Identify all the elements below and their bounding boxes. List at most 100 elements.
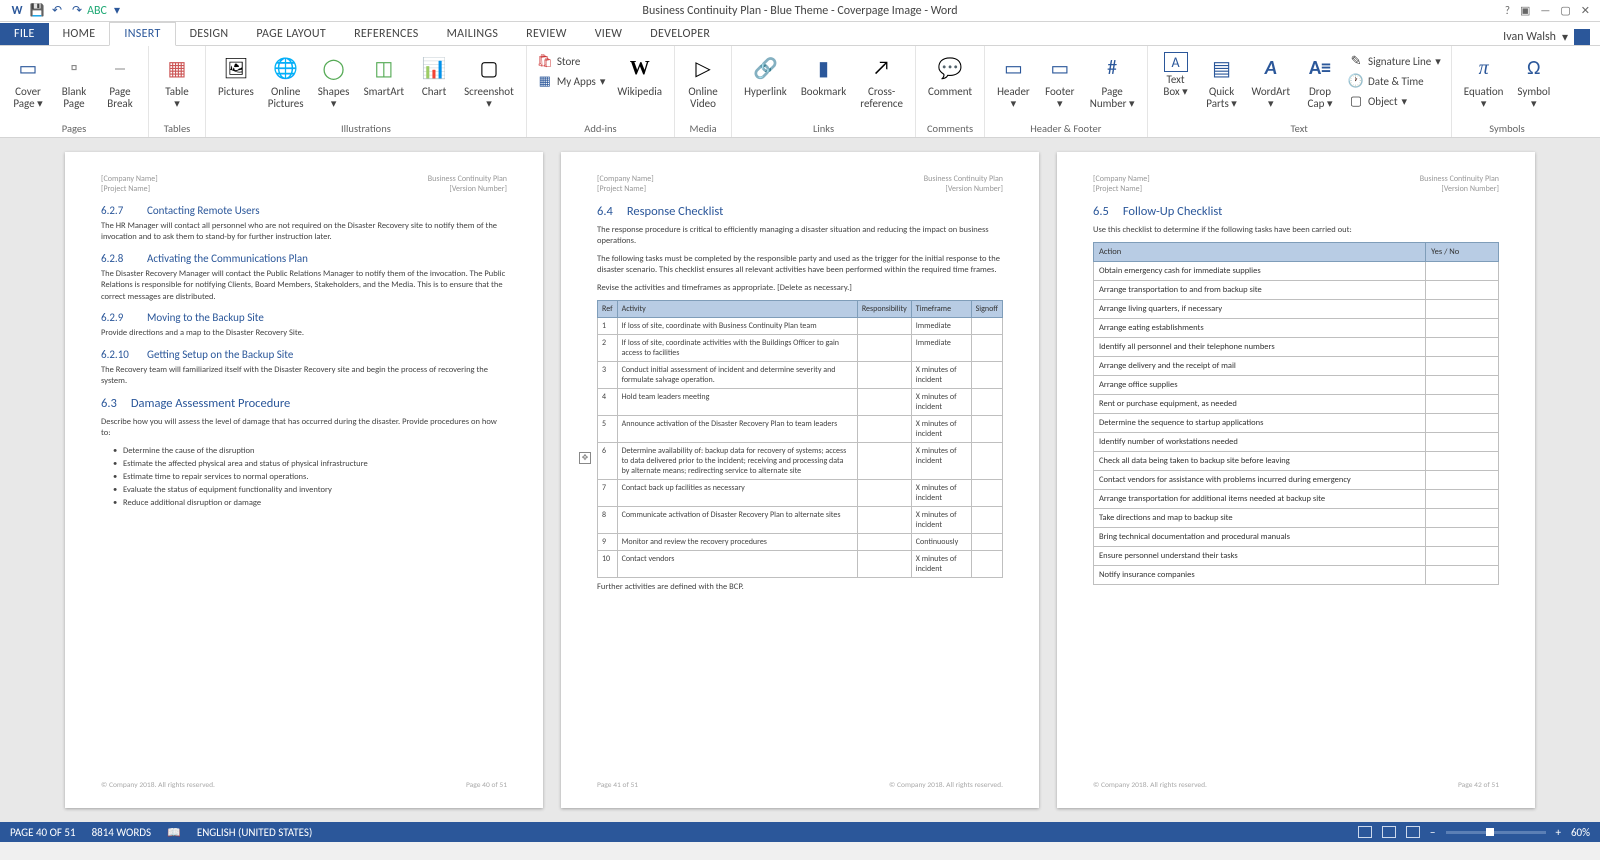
table-row[interactable]: 10Contact vendorsX minutes of incident bbox=[598, 551, 1003, 578]
smartart-button[interactable]: ◫SmartArt bbox=[360, 50, 409, 100]
tab-home[interactable]: HOME bbox=[49, 23, 110, 45]
tab-references[interactable]: REFERENCES bbox=[340, 23, 433, 45]
table-row[interactable]: Arrange transportation to and from backu… bbox=[1094, 281, 1499, 300]
tab-page-layout[interactable]: PAGE LAYOUT bbox=[242, 23, 340, 45]
comment-button[interactable]: 💬Comment bbox=[924, 50, 976, 100]
zoom-level[interactable]: 60% bbox=[1571, 826, 1590, 839]
spelling-button[interactable]: ABC bbox=[88, 2, 106, 20]
table-row[interactable]: 7Contact back up facilities as necessary… bbox=[598, 480, 1003, 507]
page-42[interactable]: [Company Name][Project Name] Business Co… bbox=[1057, 152, 1535, 808]
quick-parts-button[interactable]: ▤QuickParts ▾ bbox=[1202, 50, 1242, 112]
shapes-button[interactable]: ◯Shapes▾ bbox=[314, 50, 354, 112]
tab-file[interactable]: FILE bbox=[0, 23, 49, 45]
table-row[interactable]: Identify all personnel and their telepho… bbox=[1094, 338, 1499, 357]
maximize-button[interactable]: ▢ bbox=[1560, 4, 1570, 17]
table-row[interactable]: Contact vendors for assistance with prob… bbox=[1094, 471, 1499, 490]
page-indicator[interactable]: PAGE 40 OF 51 bbox=[10, 826, 76, 839]
table-row[interactable]: Bring technical documentation and proced… bbox=[1094, 528, 1499, 547]
table-row[interactable]: Check all data being taken to backup sit… bbox=[1094, 452, 1499, 471]
redo-button[interactable]: ↷ bbox=[68, 2, 86, 20]
footer-button[interactable]: ▭Footer▾ bbox=[1040, 50, 1080, 112]
tab-design[interactable]: DESIGN bbox=[176, 23, 243, 45]
user-name: Ivan Walsh bbox=[1503, 30, 1556, 44]
table-row[interactable]: Obtain emergency cash for immediate supp… bbox=[1094, 262, 1499, 281]
cross-reference-button[interactable]: ↗Cross-reference bbox=[856, 50, 907, 112]
page-40[interactable]: [Company Name][Project Name] Business Co… bbox=[65, 152, 543, 808]
page-41[interactable]: ✥ [Company Name][Project Name] Business … bbox=[561, 152, 1039, 808]
wordart-button[interactable]: AWordArt▾ bbox=[1248, 50, 1294, 112]
customize-qat-button[interactable]: ▾ bbox=[108, 2, 126, 20]
table-row[interactable]: 6Determine availability of: backup data … bbox=[598, 443, 1003, 480]
table-row[interactable]: 9Monitor and review the recovery procedu… bbox=[598, 534, 1003, 551]
table-row[interactable]: Identify number of workstations needed bbox=[1094, 433, 1499, 452]
object-button[interactable]: ▢Object ▾ bbox=[1346, 92, 1443, 110]
page-number-button[interactable]: #PageNumber ▾ bbox=[1086, 50, 1139, 112]
zoom-slider[interactable] bbox=[1446, 831, 1546, 834]
table-row[interactable]: 1If loss of site, coordinate with Busine… bbox=[598, 318, 1003, 335]
table-row[interactable]: Arrange eating establishments bbox=[1094, 319, 1499, 338]
tab-view[interactable]: VIEW bbox=[581, 23, 637, 45]
online-video-button[interactable]: ▷OnlineVideo bbox=[683, 50, 723, 112]
table-row[interactable]: 5Announce activation of the Disaster Rec… bbox=[598, 416, 1003, 443]
proofing-icon[interactable]: 📖 bbox=[167, 826, 181, 839]
table-row[interactable]: Arrange delivery and the receipt of mail bbox=[1094, 357, 1499, 376]
table-row[interactable]: 2If loss of site, coordinate activities … bbox=[598, 335, 1003, 362]
table-row[interactable]: Arrange office supplies bbox=[1094, 376, 1499, 395]
followup-checklist-table[interactable]: ActionYes / No Obtain emergency cash for… bbox=[1093, 242, 1499, 585]
minimize-button[interactable]: — bbox=[1540, 4, 1550, 17]
pictures-button[interactable]: 🖼Pictures bbox=[214, 50, 258, 100]
web-layout-button[interactable] bbox=[1406, 826, 1420, 838]
word-count[interactable]: 8814 WORDS bbox=[92, 826, 152, 839]
bookmark-button[interactable]: ▮Bookmark bbox=[797, 50, 850, 100]
my-apps-button[interactable]: ▦My Apps ▾ bbox=[535, 72, 608, 90]
header-button[interactable]: ▭Header▾ bbox=[993, 50, 1034, 112]
tab-mailings[interactable]: MAILINGS bbox=[433, 23, 513, 45]
ribbon-options-button[interactable]: ▣ bbox=[1520, 4, 1530, 17]
table-row[interactable]: Rent or purchase equipment, as needed bbox=[1094, 395, 1499, 414]
table-row[interactable]: Ensure personnel understand their tasks bbox=[1094, 547, 1499, 566]
table-row[interactable]: Notify insurance companies bbox=[1094, 566, 1499, 585]
body-text: Provide directions and a map to the Disa… bbox=[101, 328, 507, 339]
table-row[interactable]: 8Communicate activation of Disaster Reco… bbox=[598, 507, 1003, 534]
language-indicator[interactable]: ENGLISH (UNITED STATES) bbox=[197, 826, 312, 839]
equation-button[interactable]: πEquation▾ bbox=[1460, 50, 1508, 112]
table-row[interactable]: 4Hold team leaders meetingX minutes of i… bbox=[598, 389, 1003, 416]
tab-developer[interactable]: DEVELOPER bbox=[636, 23, 724, 45]
tab-review[interactable]: REVIEW bbox=[512, 23, 581, 45]
chart-button[interactable]: 📊Chart bbox=[414, 50, 454, 100]
undo-button[interactable]: ↶ bbox=[48, 2, 66, 20]
date-time-button[interactable]: 🕐Date & Time bbox=[1346, 72, 1443, 90]
zoom-in-button[interactable]: + bbox=[1556, 826, 1561, 839]
table-move-handle[interactable]: ✥ bbox=[579, 452, 591, 464]
heading-627: 6.2.7Contacting Remote Users bbox=[101, 204, 507, 217]
page-break-button[interactable]: ⎯PageBreak bbox=[100, 50, 140, 112]
table-button[interactable]: ▦Table▾ bbox=[157, 50, 197, 112]
cover-page-button[interactable]: ▭CoverPage ▾ bbox=[8, 50, 48, 112]
zoom-out-button[interactable]: − bbox=[1430, 826, 1435, 839]
online-pictures-button[interactable]: 🌐OnlinePictures bbox=[264, 50, 308, 112]
read-mode-button[interactable] bbox=[1358, 826, 1372, 838]
table-row[interactable]: Arrange living quarters, if necessary bbox=[1094, 300, 1499, 319]
hyperlink-button[interactable]: 🔗Hyperlink bbox=[740, 50, 791, 100]
wikipedia-button[interactable]: WWikipedia bbox=[613, 50, 666, 100]
text-box-button[interactable]: ATextBox ▾ bbox=[1156, 50, 1196, 100]
drop-cap-button[interactable]: A≡DropCap ▾ bbox=[1300, 50, 1340, 112]
table-row[interactable]: Take directions and map to backup site bbox=[1094, 509, 1499, 528]
tab-insert[interactable]: INSERT bbox=[109, 22, 175, 46]
symbol-button[interactable]: ΩSymbol▾ bbox=[1513, 50, 1554, 112]
screenshot-button[interactable]: ▢Screenshot▾ bbox=[460, 50, 518, 112]
close-button[interactable]: ✕ bbox=[1581, 4, 1590, 17]
blank-page-button[interactable]: ▫BlankPage bbox=[54, 50, 94, 112]
table-row[interactable]: 3Conduct initial assessment of incident … bbox=[598, 362, 1003, 389]
store-button[interactable]: 🛍Store bbox=[535, 52, 608, 70]
document-canvas[interactable]: [Company Name][Project Name] Business Co… bbox=[0, 138, 1600, 822]
signature-line-button[interactable]: ✎Signature Line ▾ bbox=[1346, 52, 1443, 70]
save-button[interactable]: 💾 bbox=[28, 2, 46, 20]
group-label-addins: Add-ins bbox=[584, 121, 616, 135]
print-layout-button[interactable] bbox=[1382, 826, 1396, 838]
table-row[interactable]: Arrange transportation for additional it… bbox=[1094, 490, 1499, 509]
response-checklist-table[interactable]: RefActivityResponsibilityTimeframeSignof… bbox=[597, 300, 1003, 578]
user-area[interactable]: Ivan Walsh▾ bbox=[1503, 29, 1600, 45]
help-button[interactable]: ? bbox=[1505, 4, 1510, 17]
table-row[interactable]: Determine the sequence to startup applic… bbox=[1094, 414, 1499, 433]
